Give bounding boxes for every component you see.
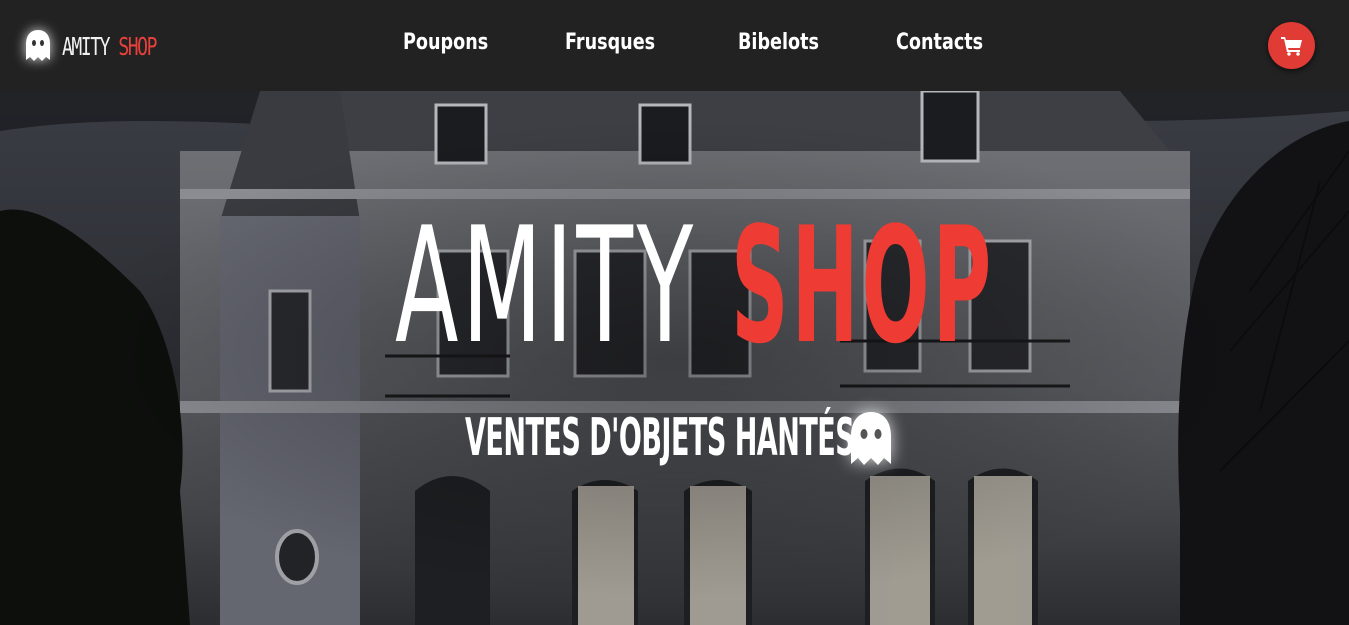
hero-subtitle: VENTES D'OBJETS HANTÉS xyxy=(465,408,855,468)
hero-title-word-shop: SHOP xyxy=(731,192,995,379)
nav-item-bibelots[interactable]: Bibelots xyxy=(738,30,819,55)
shopping-cart-icon xyxy=(1280,36,1302,56)
logo-word-shop: SHOP xyxy=(118,31,157,61)
ghost-icon xyxy=(851,412,891,465)
nav-item-frusques[interactable]: Frusques xyxy=(565,30,655,55)
hero-banner: AMITY SHOP VENTES D'OBJETS HANTÉS xyxy=(0,91,1349,625)
hero-title: AMITY SHOP xyxy=(395,192,991,379)
site-logo[interactable]: AMITY SHOP xyxy=(24,27,193,65)
ghost-icon xyxy=(26,30,50,61)
nav-item-contacts[interactable]: Contacts xyxy=(896,30,983,55)
site-header: AMITY SHOP Poupons Frusques Bibelots Con… xyxy=(0,0,1349,91)
cart-button[interactable] xyxy=(1268,22,1315,69)
hero-subtitle-row: VENTES D'OBJETS HANTÉS xyxy=(465,403,905,473)
logo-text: AMITY SHOP xyxy=(62,31,157,61)
logo-word-amity: AMITY xyxy=(62,31,119,61)
hero-title-word-amity: AMITY xyxy=(395,192,697,379)
nav-item-poupons[interactable]: Poupons xyxy=(403,30,488,55)
